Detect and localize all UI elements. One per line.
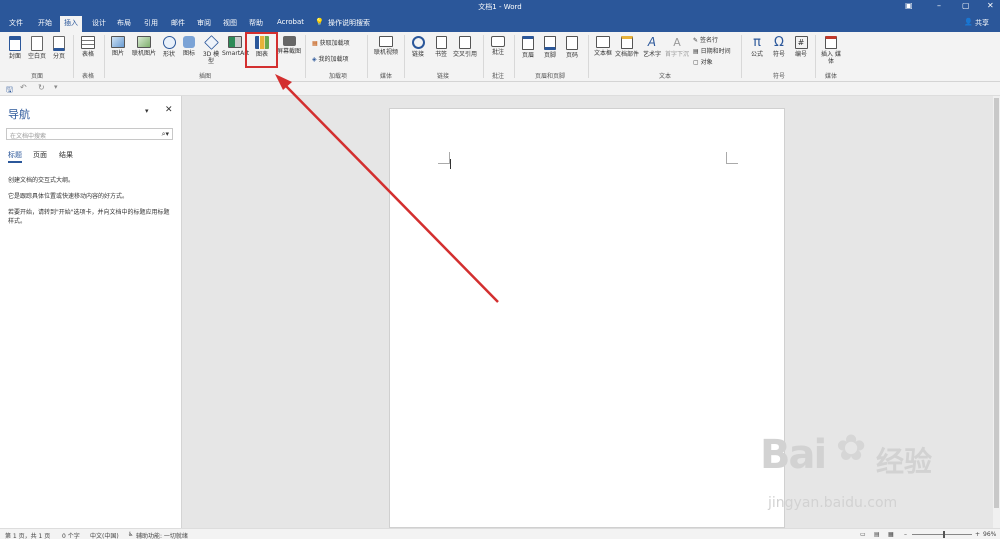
zoom-slider[interactable] bbox=[912, 534, 972, 535]
status-bar: 第 1 页，共 1 页 0 个字 中文(中国) ♿ 辅助功能: 一切就绪 ▭ ▤… bbox=[0, 528, 1000, 539]
zoom-level[interactable]: 96% bbox=[983, 531, 996, 538]
annotation-arrow-line bbox=[283, 83, 499, 303]
accessibility-icon: ♿ bbox=[128, 531, 134, 538]
accessibility-status[interactable]: 辅助功能: 一切就绪 bbox=[136, 531, 188, 539]
zoom-out-icon[interactable]: – bbox=[904, 531, 907, 538]
page-count[interactable]: 第 1 页，共 1 页 bbox=[5, 531, 50, 539]
zoom-in-icon[interactable]: + bbox=[975, 531, 980, 538]
print-layout-icon[interactable]: ▤ bbox=[874, 531, 880, 538]
word-count[interactable]: 0 个字 bbox=[62, 531, 80, 539]
chart-highlight-box bbox=[245, 32, 278, 68]
annotation-arrow-head bbox=[275, 74, 292, 90]
annotation-overlay bbox=[245, 32, 499, 303]
language[interactable]: 中文(中国) bbox=[90, 531, 119, 539]
zoom-slider-thumb[interactable] bbox=[943, 531, 945, 538]
read-mode-icon[interactable]: ▭ bbox=[860, 531, 866, 538]
web-layout-icon[interactable]: ▦ bbox=[888, 531, 894, 538]
